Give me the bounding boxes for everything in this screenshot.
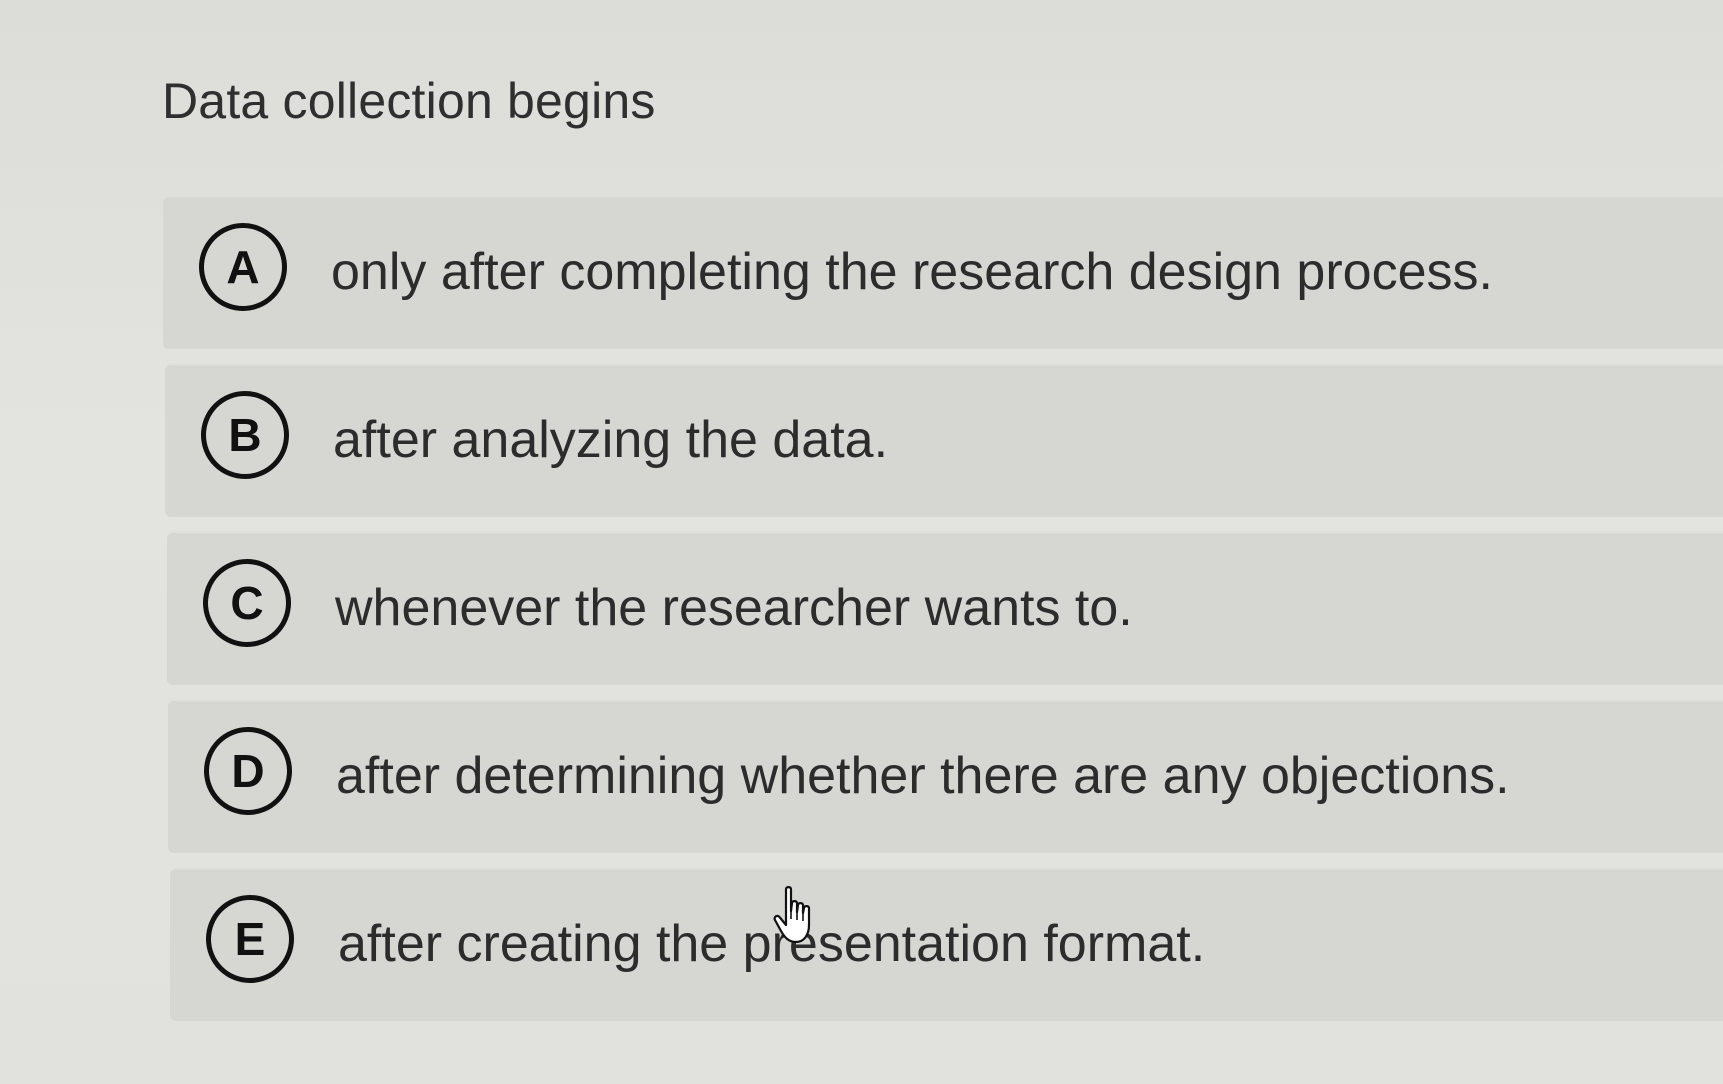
option-c-letter-badge[interactable]: C <box>203 559 291 647</box>
option-a-text: only after completing the research desig… <box>331 243 1493 301</box>
option-e-letter-badge[interactable]: E <box>206 895 294 983</box>
option-c[interactable]: C whenever the researcher wants to. <box>167 531 1723 685</box>
answer-options-list: A only after completing the research des… <box>163 195 1723 1035</box>
option-c-text: whenever the researcher wants to. <box>335 579 1133 637</box>
hand-pointer-icon <box>773 886 811 944</box>
option-a-letter-badge[interactable]: A <box>199 223 287 311</box>
option-b-text: after analyzing the data. <box>333 411 889 469</box>
option-b[interactable]: B after analyzing the data. <box>165 363 1723 517</box>
option-b-letter-badge[interactable]: B <box>201 391 289 479</box>
option-e[interactable]: E after creating the presentation format… <box>170 867 1723 1021</box>
option-d[interactable]: D after determining whether there are an… <box>168 699 1723 853</box>
option-a[interactable]: A only after completing the research des… <box>163 195 1723 349</box>
option-d-text: after determining whether there are any … <box>336 747 1510 805</box>
question-title: Data collection begins <box>162 73 656 129</box>
option-d-letter-badge[interactable]: D <box>204 727 292 815</box>
